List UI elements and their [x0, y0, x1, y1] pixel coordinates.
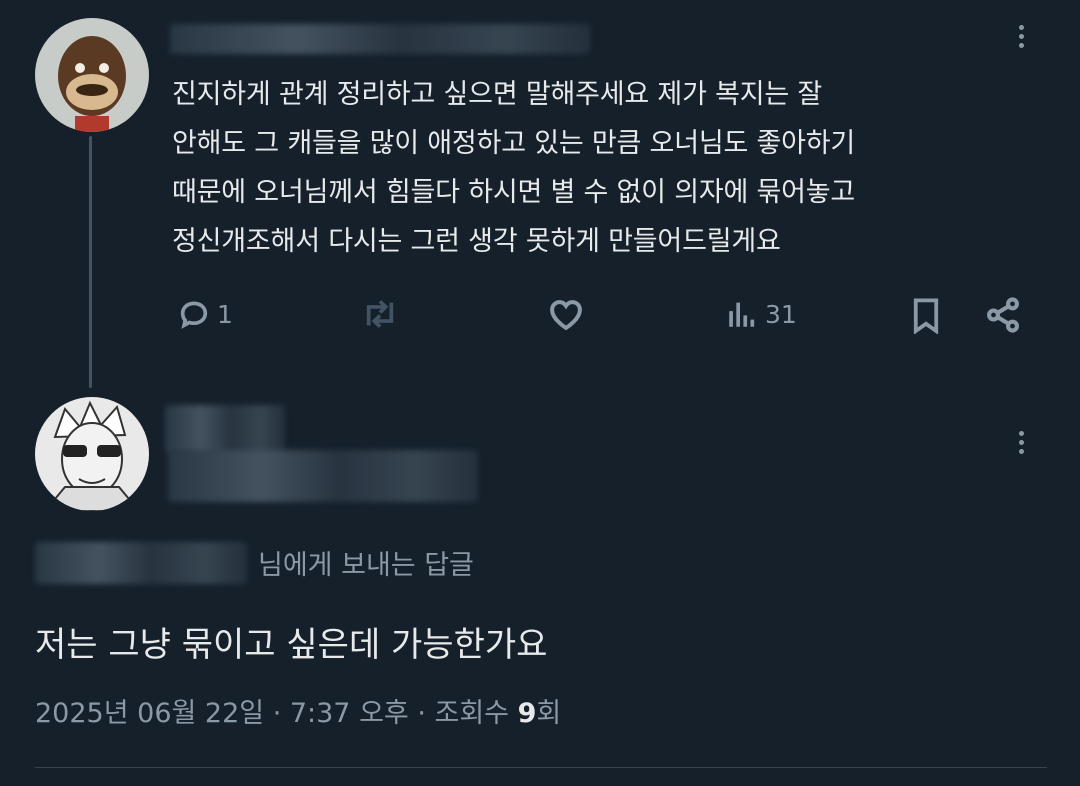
reply-more-icon[interactable] [1019, 427, 1024, 458]
parent-display-name[interactable] [170, 24, 590, 54]
heart-icon [550, 300, 582, 331]
like-button[interactable] [547, 297, 585, 331]
parent-more-icon[interactable] [1019, 21, 1024, 52]
retweet-icon [366, 299, 394, 329]
parent-tweet-text: 진지하게 관계 정리하고 싶으면 말해주세요 제가 복지는 잘 안해도 그 캐들… [172, 79, 856, 257]
bookmark-icon [913, 298, 939, 334]
reply-button[interactable]: 1 [177, 297, 233, 331]
thread-line [89, 136, 92, 388]
reply-count: 1 [217, 299, 233, 329]
tweet-meta: 2025년 06월 22일 · 7:37 오후 · 조회수 9회 [35, 691, 561, 730]
share-icon [987, 297, 1019, 333]
parent-avatar[interactable] [35, 18, 149, 132]
replying-to-label: 님에게 보내는 답글 [258, 550, 474, 581]
views-suffix: 회 [536, 698, 562, 729]
view-count: 31 [765, 299, 797, 329]
analytics-icon [729, 302, 755, 327]
reply-display-name[interactable] [165, 405, 285, 453]
retweet-button[interactable] [360, 297, 400, 331]
divider [35, 767, 1047, 768]
reply-icon [180, 301, 208, 329]
bookmark-button[interactable] [908, 296, 944, 334]
reply-avatar[interactable] [35, 397, 149, 511]
views-button[interactable]: 31 [723, 297, 797, 331]
tweet-date[interactable]: 2025년 06월 22일 · 7:37 오후 · 조회수 [35, 698, 518, 729]
reply-tweet-text: 저는 그냥 묶이고 싶은데 가능한가요 [35, 625, 548, 665]
share-button[interactable] [984, 296, 1022, 334]
reply-username[interactable] [168, 450, 478, 502]
views-number: 9 [517, 698, 537, 729]
replying-to-handle[interactable] [35, 542, 247, 584]
